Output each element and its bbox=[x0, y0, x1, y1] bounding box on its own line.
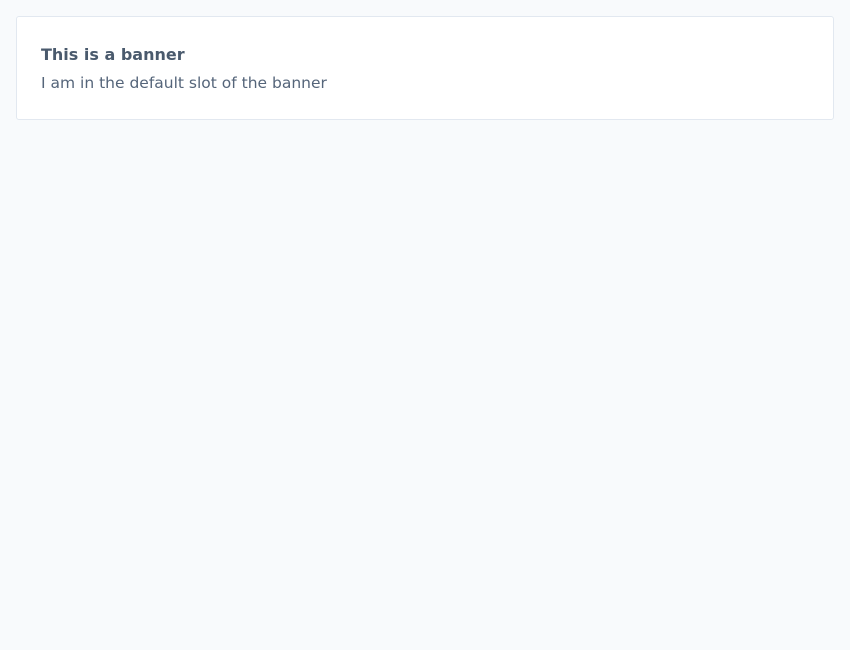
page: This is a banner I am in the default slo… bbox=[0, 0, 850, 650]
banner: This is a banner I am in the default slo… bbox=[16, 16, 834, 120]
banner-default-slot-text: I am in the default slot of the banner bbox=[41, 74, 327, 92]
banner-title: This is a banner bbox=[41, 45, 185, 64]
